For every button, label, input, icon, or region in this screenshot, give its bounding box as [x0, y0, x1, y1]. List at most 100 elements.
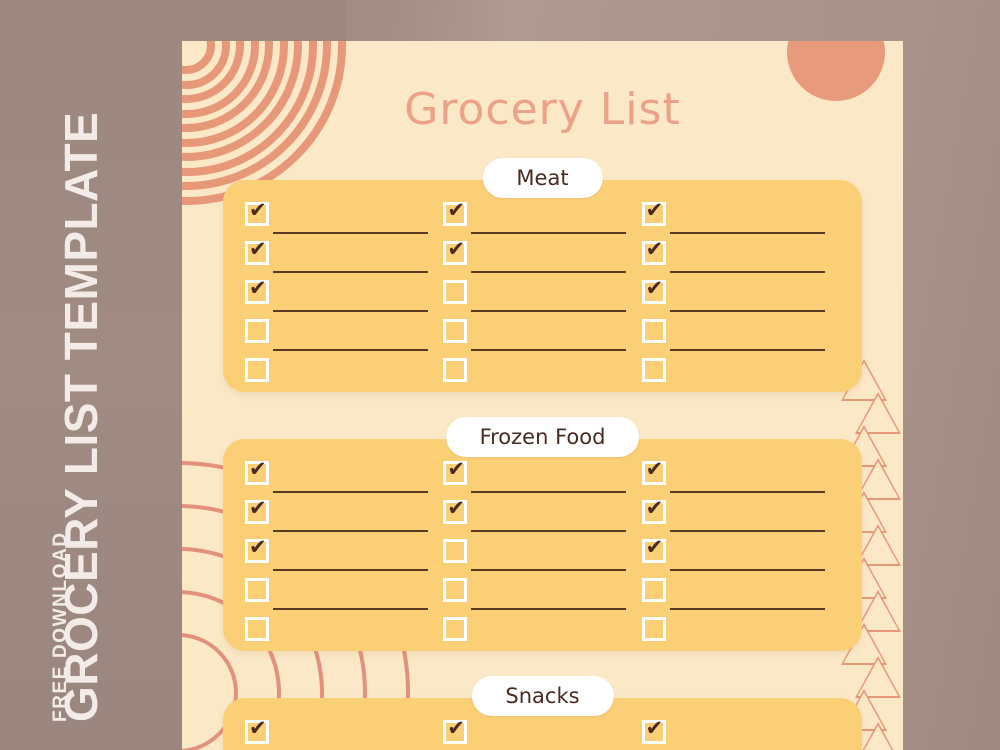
- checklist-row: [443, 280, 641, 319]
- checkbox-checked[interactable]: ✔: [245, 237, 269, 265]
- check-icon: ✔: [645, 276, 664, 300]
- checkbox-checked[interactable]: ✔: [245, 497, 269, 524]
- checkbox-unchecked[interactable]: [641, 319, 666, 343]
- write-in-line[interactable]: [471, 232, 627, 234]
- checkbox-unchecked[interactable]: [443, 617, 468, 641]
- checklist-row: [245, 578, 443, 617]
- screenshot-root: GROCERY LIST TEMPLATE FREE DOWNLOAD Groc…: [0, 0, 1000, 750]
- check-icon: ✔: [645, 457, 664, 481]
- section-label[interactable]: Frozen Food: [445, 417, 640, 457]
- write-in-line[interactable]: [273, 232, 428, 234]
- checkbox-checked[interactable]: ✔: [443, 457, 468, 485]
- checklist-row: [641, 617, 840, 656]
- checkbox-checked[interactable]: ✔: [245, 535, 269, 563]
- checklist-row: ✔: [245, 716, 443, 750]
- check-icon: ✔: [249, 237, 267, 261]
- check-icon: ✔: [645, 535, 664, 559]
- checkbox-checked[interactable]: ✔: [641, 238, 666, 265]
- write-in-line[interactable]: [471, 271, 627, 273]
- checkbox-checked[interactable]: ✔: [245, 716, 269, 744]
- section-column: ✔✔: [443, 716, 641, 750]
- checkbox-checked[interactable]: ✔: [641, 276, 666, 304]
- checklist-row: [641, 358, 840, 397]
- checkbox-unchecked[interactable]: [443, 280, 468, 304]
- write-in-line[interactable]: [273, 569, 428, 571]
- section-column: ✔ ✔ ✔: [245, 458, 443, 656]
- write-in-line[interactable]: [669, 232, 825, 234]
- section-label[interactable]: Snacks: [471, 676, 614, 716]
- write-in-line[interactable]: [471, 608, 627, 610]
- checklist-row: [443, 578, 641, 617]
- write-in-line[interactable]: [471, 569, 627, 571]
- section-column: ✔ ✔ ✔: [641, 198, 840, 397]
- checkbox-checked[interactable]: ✔: [641, 496, 666, 524]
- checkbox-unchecked[interactable]: [443, 358, 468, 382]
- checkbox-checked[interactable]: ✔: [641, 457, 666, 485]
- checklist-row: ✔: [245, 458, 443, 500]
- checklist-row: [245, 617, 443, 656]
- write-in-line[interactable]: [471, 349, 627, 351]
- write-in-line[interactable]: [273, 608, 428, 610]
- write-in-line[interactable]: [669, 491, 825, 493]
- write-in-line[interactable]: [273, 349, 428, 351]
- checkbox-unchecked[interactable]: [245, 617, 269, 641]
- checkbox-checked[interactable]: ✔: [641, 535, 666, 563]
- checkbox-unchecked[interactable]: [443, 539, 468, 563]
- checkbox-unchecked[interactable]: [641, 617, 666, 641]
- section-column: ✔✔: [443, 198, 641, 397]
- section-column: ✔✔✔: [245, 716, 443, 750]
- check-icon: ✔: [249, 276, 267, 300]
- checkbox-checked[interactable]: ✔: [443, 237, 468, 265]
- checkbox-checked[interactable]: ✔: [443, 716, 468, 744]
- check-icon: ✔: [645, 716, 664, 740]
- checkbox-checked[interactable]: ✔: [443, 497, 468, 524]
- checkbox-unchecked[interactable]: [443, 578, 468, 602]
- check-icon: ✔: [645, 496, 664, 520]
- write-in-line[interactable]: [471, 310, 627, 312]
- checkbox-unchecked[interactable]: [641, 358, 666, 382]
- write-in-line[interactable]: [669, 608, 825, 610]
- write-in-line[interactable]: [669, 271, 825, 273]
- checklist-row: ✔: [641, 716, 840, 750]
- check-icon: ✔: [645, 198, 664, 222]
- check-icon: ✔: [447, 457, 465, 481]
- section-label[interactable]: Meat: [482, 158, 603, 198]
- checklist-row: [443, 319, 641, 358]
- checklist-row: ✔: [443, 457, 641, 500]
- write-in-line[interactable]: [273, 530, 428, 532]
- write-in-line[interactable]: [273, 310, 428, 312]
- checkbox-checked[interactable]: ✔: [641, 716, 666, 744]
- check-icon: ✔: [249, 716, 267, 740]
- checklist-row: ✔: [443, 237, 641, 280]
- checklist-row: ✔: [641, 238, 840, 280]
- checklist-row: [641, 578, 840, 617]
- checklist-row: ✔: [641, 496, 840, 539]
- checkbox-checked[interactable]: ✔: [443, 198, 468, 226]
- checklist-row: ✔: [245, 535, 443, 578]
- write-in-line[interactable]: [669, 310, 825, 312]
- checkbox-unchecked[interactable]: [245, 358, 269, 382]
- write-in-line[interactable]: [669, 569, 825, 571]
- write-in-line[interactable]: [273, 491, 428, 493]
- check-icon: ✔: [447, 237, 465, 261]
- checkbox-unchecked[interactable]: [443, 319, 468, 343]
- checkbox-checked[interactable]: ✔: [641, 198, 666, 226]
- checkbox-checked[interactable]: ✔: [245, 276, 269, 304]
- check-icon: ✔: [249, 535, 267, 559]
- checkbox-checked[interactable]: ✔: [245, 458, 269, 485]
- section-column: ✔ ✔ ✔: [245, 199, 443, 397]
- checkbox-checked[interactable]: ✔: [245, 199, 269, 226]
- checkbox-unchecked[interactable]: [245, 319, 269, 343]
- write-in-line[interactable]: [273, 271, 428, 273]
- checklist-row: [641, 319, 840, 358]
- checkbox-unchecked[interactable]: [641, 578, 666, 602]
- check-icon: ✔: [447, 716, 465, 740]
- write-in-line[interactable]: [669, 530, 825, 532]
- write-in-line[interactable]: [471, 530, 627, 532]
- check-icon: ✔: [447, 198, 465, 222]
- write-in-line[interactable]: [471, 491, 627, 493]
- section-column: ✔✔: [443, 457, 641, 656]
- checkbox-unchecked[interactable]: [245, 578, 269, 602]
- section-card: ✔ ✔ ✔ ✔ ✔ ✔ ✔ ✔: [223, 180, 862, 392]
- write-in-line[interactable]: [669, 349, 825, 351]
